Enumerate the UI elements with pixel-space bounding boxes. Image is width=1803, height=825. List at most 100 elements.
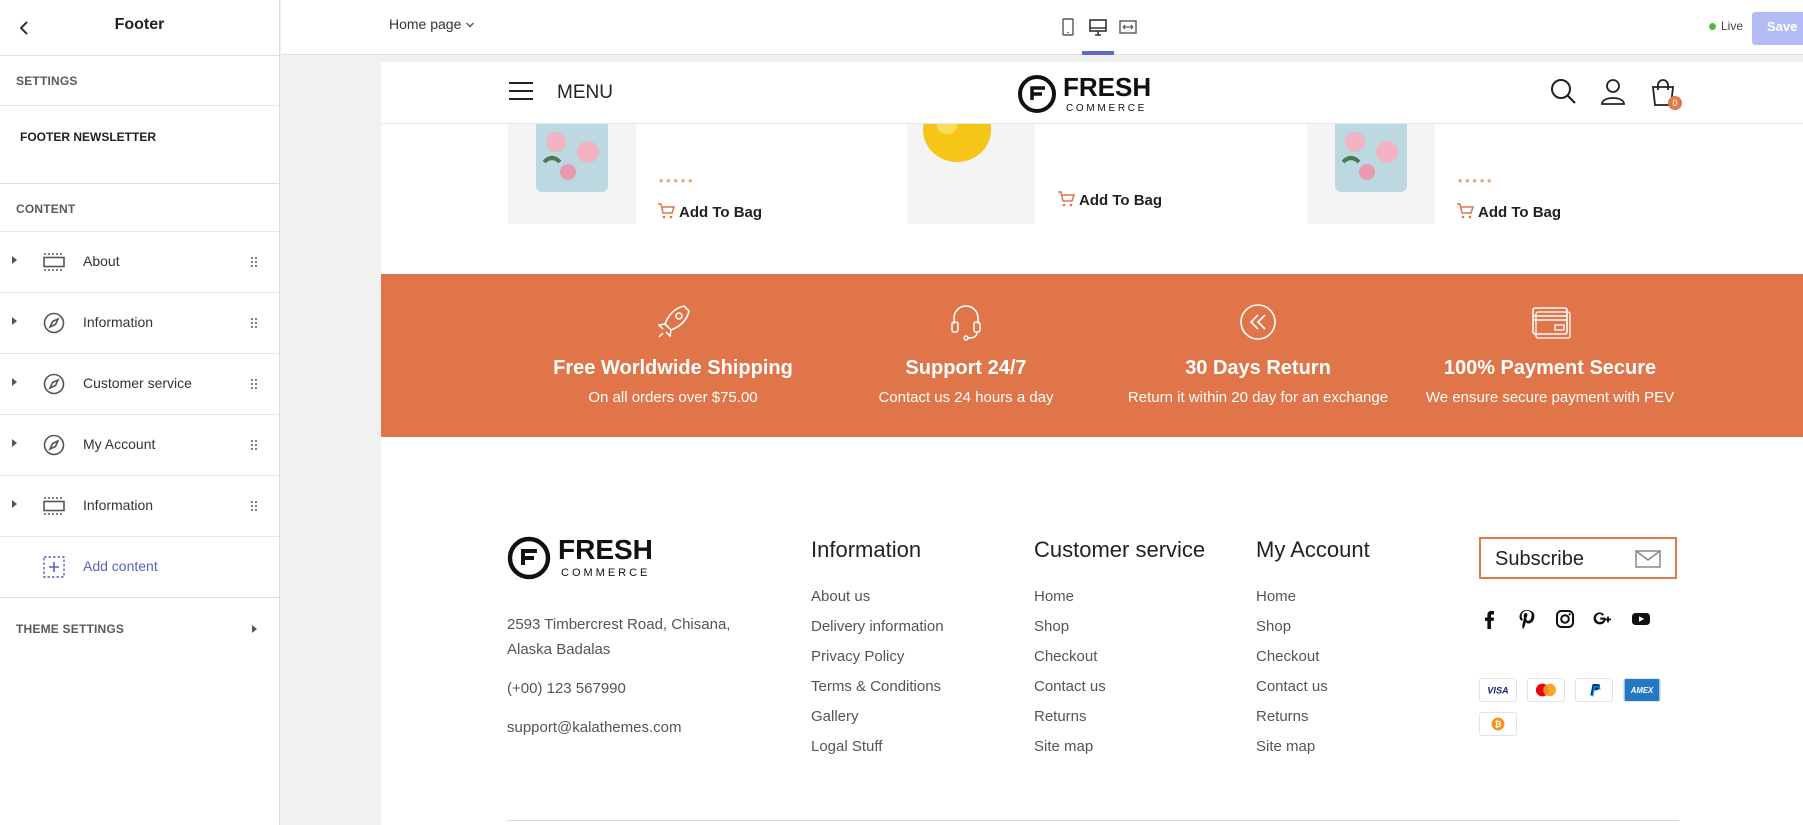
footer-link[interactable]: Checkout	[1034, 648, 1097, 665]
expand-caret-icon[interactable]	[12, 378, 17, 386]
user-icon[interactable]	[1599, 77, 1627, 105]
footer-link[interactable]: Checkout	[1256, 648, 1319, 665]
subscribe-button[interactable]: Subscribe	[1479, 537, 1677, 579]
sidebar-item-customer-service[interactable]: Customer service	[0, 354, 279, 415]
add-content-button[interactable]: Add content	[0, 537, 279, 598]
footer-address: 2593 Timbercrest Road, Chisana, Alaska Ba…	[507, 612, 730, 662]
drag-handle-icon[interactable]	[250, 500, 258, 512]
cart-icon	[1058, 191, 1076, 207]
live-status-label: Live	[1721, 19, 1744, 33]
footer-link[interactable]: Privacy Policy	[811, 648, 904, 665]
footer-divider	[507, 820, 1679, 821]
store-header: MENU FRESH COMMERCE 0	[381, 62, 1803, 124]
section-heading-content: CONTENT	[0, 184, 279, 232]
drag-handle-icon[interactable]	[250, 256, 258, 268]
rating-stars: ★★★★★	[658, 178, 695, 185]
sidebar-header: Footer	[0, 0, 279, 56]
fresh-commerce-logo[interactable]: FRESH COMMERCE	[1017, 70, 1167, 116]
sidebar-item-information-2[interactable]: Information	[0, 476, 279, 537]
product-image[interactable]	[907, 112, 1035, 224]
sidebar-title: Footer	[114, 16, 165, 33]
expand-caret-icon[interactable]	[12, 439, 17, 447]
instagram-icon[interactable]	[1554, 608, 1576, 630]
footer-link[interactable]: Home	[1256, 588, 1296, 605]
cart-icon	[1457, 203, 1475, 219]
footer-link[interactable]: Logal Stuff	[811, 738, 882, 755]
footer-email[interactable]: support@kalathemes.com	[507, 715, 681, 740]
section-icon	[43, 497, 65, 515]
compass-icon	[43, 312, 65, 334]
sidebar-item-label: Information	[83, 314, 154, 330]
headset-icon	[951, 305, 981, 341]
caret-right-icon	[252, 625, 257, 633]
page-selector[interactable]: Home page	[389, 16, 475, 32]
service-subtitle: Return it within 20 day for an exchange	[1127, 389, 1389, 406]
footer-link[interactable]: Shop	[1256, 618, 1291, 635]
footer-link[interactable]: Site map	[1256, 738, 1315, 755]
youtube-icon[interactable]	[1630, 608, 1652, 630]
svg-text:FRESH: FRESH	[558, 534, 653, 565]
product-image[interactable]	[1307, 112, 1435, 224]
expand-caret-icon[interactable]	[12, 256, 17, 264]
bitcoin-icon: ₿	[1479, 712, 1517, 736]
address-line-2: Alaska Badalas	[507, 641, 611, 658]
add-to-bag-button[interactable]: Add To Bag	[1057, 191, 1162, 209]
svg-text:COMMERCE: COMMERCE	[561, 567, 650, 579]
save-button[interactable]: Save	[1752, 12, 1803, 45]
footer-phone: (+00) 123 567990	[507, 680, 626, 697]
paypal-icon	[1575, 678, 1613, 702]
service-title: 30 Days Return	[1185, 357, 1331, 379]
footer-link[interactable]: Returns	[1034, 708, 1087, 725]
footer-link[interactable]: About us	[811, 588, 870, 605]
services-band: Free Worldwide Shipping On all orders ov…	[381, 274, 1803, 437]
search-icon[interactable]	[1549, 77, 1577, 105]
sidebar-item-information[interactable]: Information	[0, 293, 279, 354]
pinterest-icon[interactable]	[1516, 608, 1538, 630]
footer-link[interactable]: Terms & Conditions	[811, 678, 941, 695]
product-image[interactable]	[508, 112, 636, 224]
svg-text:AMEX: AMEX	[1630, 686, 1654, 695]
hamburger-icon[interactable]	[508, 81, 534, 101]
add-to-bag-button[interactable]: Add To Bag	[1456, 203, 1561, 221]
rating-stars: ★★★★★	[1457, 178, 1494, 185]
subscribe-label: Subscribe	[1495, 548, 1584, 570]
svg-text:FRESH: FRESH	[1063, 72, 1151, 102]
drag-handle-icon[interactable]	[250, 439, 258, 451]
mobile-icon[interactable]	[1057, 16, 1079, 38]
rocket-icon	[657, 305, 690, 338]
card-icon	[1532, 307, 1571, 339]
footer-link[interactable]: Home	[1034, 588, 1074, 605]
theme-preview: MENU FRESH COMMERCE 0 ★★★★★ Add To Bag A…	[381, 62, 1803, 825]
expand-caret-icon[interactable]	[12, 317, 17, 325]
sidebar-item-about[interactable]: About	[0, 232, 279, 293]
live-dot-icon	[1709, 23, 1716, 31]
footer-link[interactable]: Contact us	[1256, 678, 1328, 695]
footer-link[interactable]: Shop	[1034, 618, 1069, 635]
svg-text:COMMERCE: COMMERCE	[1066, 103, 1147, 114]
expand-caret-icon[interactable]	[12, 500, 17, 508]
footer-link[interactable]: Returns	[1256, 708, 1309, 725]
footer-link[interactable]: Gallery	[811, 708, 859, 725]
footer-link[interactable]: Site map	[1034, 738, 1093, 755]
add-to-bag-button[interactable]: Add To Bag	[657, 203, 762, 221]
theme-settings-label: THEME SETTINGS	[16, 622, 125, 636]
google-plus-icon[interactable]	[1592, 608, 1614, 630]
section-icon	[43, 253, 65, 271]
footer-link[interactable]: Delivery information	[811, 618, 944, 635]
fullwidth-icon[interactable]	[1117, 16, 1139, 38]
footer-logo[interactable]: FRESH COMMERCE	[507, 532, 669, 582]
add-content-label: Add content	[83, 558, 158, 574]
service-title: Free Worldwide Shipping	[553, 357, 793, 379]
theme-settings-toggle[interactable]: THEME SETTINGS	[0, 598, 279, 660]
menu-label[interactable]: MENU	[557, 82, 613, 104]
drag-handle-icon[interactable]	[250, 378, 258, 390]
footer-newsletter-item[interactable]: FOOTER NEWSLETTER	[0, 106, 279, 184]
facebook-icon[interactable]	[1478, 608, 1500, 630]
mastercard-icon	[1527, 678, 1565, 702]
bag-product-image	[536, 112, 608, 192]
drag-handle-icon[interactable]	[250, 317, 258, 329]
sidebar-item-my-account[interactable]: My Account	[0, 415, 279, 476]
footer-link[interactable]: Contact us	[1034, 678, 1106, 695]
desktop-icon[interactable]	[1087, 16, 1109, 38]
chevron-down-icon	[466, 22, 475, 28]
